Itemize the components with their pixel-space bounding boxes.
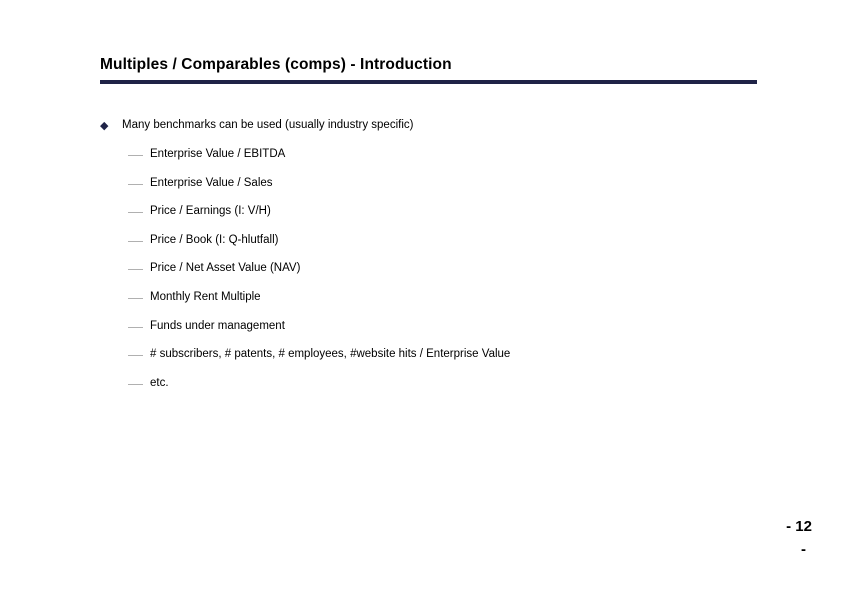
page-title: Multiples / Comparables (comps) - Introd… <box>100 56 452 73</box>
title-underline-rule <box>100 80 757 84</box>
list-item: Enterprise Value / Sales <box>100 176 800 205</box>
page-number-line-1: - 12 <box>786 518 812 535</box>
list-item-label: Enterprise Value / Sales <box>150 176 273 189</box>
list-item-label: Enterprise Value / EBITDA <box>150 148 286 160</box>
em-dash-icon <box>128 147 150 156</box>
lead-bullet-item: ◆ Many benchmarks can be used (usually i… <box>100 118 800 147</box>
list-item: Funds under management <box>100 319 800 348</box>
list-item: # subscribers, # patents, # employees, #… <box>100 347 800 376</box>
list-item: Enterprise Value / EBITDA <box>100 147 800 176</box>
em-dash-icon <box>128 319 150 328</box>
list-item: Price / Earnings (I: V/H) <box>100 204 800 233</box>
lead-bullet-label: Many benchmarks can be used (usually ind… <box>122 119 414 131</box>
em-dash-icon <box>128 347 150 357</box>
list-item-label: # subscribers, # patents, # employees, #… <box>150 348 511 361</box>
em-dash-icon <box>128 290 150 299</box>
em-dash-icon <box>128 376 150 385</box>
list-item-label: Monthly Rent Multiple <box>150 290 261 303</box>
slide-body: ◆ Many benchmarks can be used (usually i… <box>100 118 800 404</box>
list-item: Price / Book (I: Q-hlutfall) <box>100 233 800 262</box>
list-item: etc. <box>100 376 800 405</box>
list-item: Price / Net Asset Value (NAV) <box>100 261 800 290</box>
em-dash-icon <box>128 204 150 214</box>
sub-bullet-list: Enterprise Value / EBITDA Enterprise Val… <box>100 147 800 404</box>
em-dash-icon <box>128 176 150 185</box>
list-item-label: etc. <box>150 376 169 389</box>
list-item-label: Price / Earnings (I: V/H) <box>150 205 271 218</box>
list-item-label: Price / Book (I: Q-hlutfall) <box>150 233 279 246</box>
list-item: Monthly Rent Multiple <box>100 290 800 319</box>
slide-canvas: Multiples / Comparables (comps) - Introd… <box>0 0 842 596</box>
list-item-label: Funds under management <box>150 319 285 332</box>
em-dash-icon <box>128 261 150 271</box>
em-dash-icon <box>128 233 150 242</box>
list-item-label: Price / Net Asset Value (NAV) <box>150 262 301 275</box>
page-number-line-2: - <box>801 541 806 558</box>
slide-title-block: Multiples / Comparables (comps) - Introd… <box>100 55 760 74</box>
diamond-bullet-icon: ◆ <box>100 120 109 132</box>
page-number: - 12 - <box>692 515 812 561</box>
